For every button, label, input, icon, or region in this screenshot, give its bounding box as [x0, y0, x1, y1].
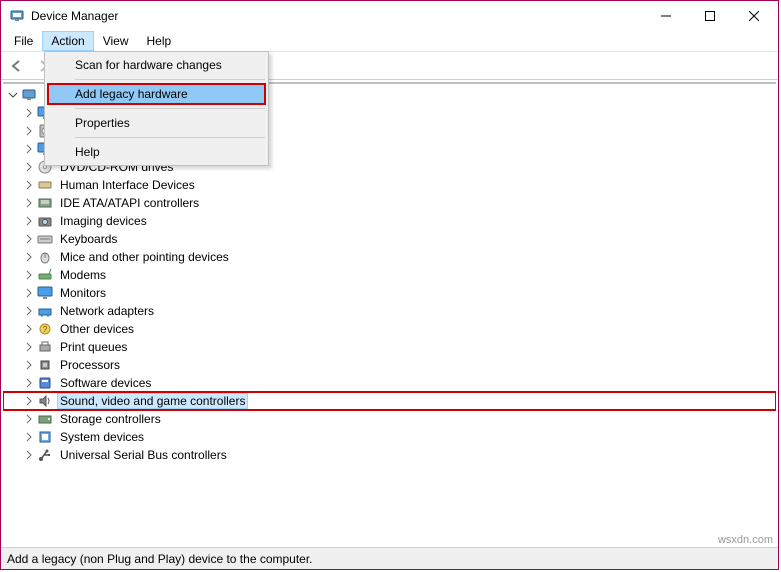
storage-icon [37, 411, 53, 427]
sound-icon [37, 393, 53, 409]
chevron-right-icon[interactable] [23, 179, 35, 191]
svg-text:?: ? [43, 325, 48, 334]
chevron-right-icon[interactable] [23, 305, 35, 317]
tree-item[interactable]: Keyboards [3, 230, 776, 248]
tree-item-label: Processors [57, 357, 123, 373]
camera-icon [37, 213, 53, 229]
tree-item[interactable]: Print queues [3, 338, 776, 356]
chevron-right-icon[interactable] [23, 323, 35, 335]
mouse-icon [37, 249, 53, 265]
menu-item[interactable]: Scan for hardware changes [47, 54, 266, 76]
chevron-down-icon[interactable] [7, 89, 19, 101]
cpu-icon [37, 357, 53, 373]
action-menu: Scan for hardware changes Add legacy hard… [44, 51, 269, 166]
menu-item[interactable]: Help [47, 141, 266, 163]
tree-item-label: System devices [57, 429, 147, 445]
chevron-right-icon[interactable] [23, 161, 35, 173]
tree-item[interactable]: System devices [3, 428, 776, 446]
tree-item-label: Storage controllers [57, 411, 164, 427]
menu-item[interactable]: Properties [47, 112, 266, 134]
chevron-right-icon[interactable] [23, 287, 35, 299]
tree-item-label: Software devices [57, 375, 154, 391]
modem-icon [37, 267, 53, 283]
tree-item[interactable]: Modems [3, 266, 776, 284]
tree-item-label: Print queues [57, 339, 130, 355]
chevron-right-icon[interactable] [23, 377, 35, 389]
menu-item[interactable]: Add legacy hardware [47, 83, 266, 105]
chevron-right-icon[interactable] [23, 395, 35, 407]
title-bar: Device Manager [1, 1, 778, 31]
keyboard-icon [37, 231, 53, 247]
menu-item-help[interactable]: Help [138, 31, 181, 51]
minimize-button[interactable] [644, 1, 688, 31]
chevron-right-icon[interactable] [23, 431, 35, 443]
tree-item-label: Network adapters [57, 303, 157, 319]
tree-item[interactable]: Network adapters [3, 302, 776, 320]
menu-separator [75, 137, 265, 138]
chevron-right-icon[interactable] [23, 215, 35, 227]
network-icon [37, 303, 53, 319]
chevron-right-icon[interactable] [23, 143, 35, 155]
menu-item-view[interactable]: View [94, 31, 138, 51]
tree-item[interactable]: Human Interface Devices [3, 176, 776, 194]
tree-item[interactable]: Software devices [3, 374, 776, 392]
maximize-button[interactable] [688, 1, 732, 31]
menu-bar: FileActionViewHelp [1, 31, 778, 52]
tree-item[interactable]: Mice and other pointing devices [3, 248, 776, 266]
tree-item-label: Other devices [57, 321, 137, 337]
watermark: wsxdn.com [718, 534, 773, 546]
close-button[interactable] [732, 1, 776, 31]
tree-item-label: Mice and other pointing devices [57, 249, 232, 265]
tree-item[interactable]: IDE ATA/ATAPI controllers [3, 194, 776, 212]
chevron-right-icon[interactable] [23, 269, 35, 281]
back-button[interactable] [5, 55, 27, 77]
tree-item-label: Sound, video and game controllers [57, 393, 248, 409]
chevron-right-icon[interactable] [23, 359, 35, 371]
chevron-right-icon[interactable] [23, 125, 35, 137]
chevron-right-icon[interactable] [23, 341, 35, 353]
tree-item[interactable]: Storage controllers [3, 410, 776, 428]
window-title: Device Manager [31, 9, 644, 23]
computer-icon [21, 87, 37, 103]
printer-icon [37, 339, 53, 355]
tree-item[interactable]: Imaging devices [3, 212, 776, 230]
software-icon [37, 375, 53, 391]
tree-item-label: Keyboards [57, 231, 120, 247]
other-icon: ? [37, 321, 53, 337]
tree-item[interactable]: ? Other devices [3, 320, 776, 338]
status-text: Add a legacy (non Plug and Play) device … [7, 552, 313, 566]
tree-item[interactable]: Processors [3, 356, 776, 374]
system-icon [37, 429, 53, 445]
chevron-right-icon[interactable] [23, 251, 35, 263]
usb-icon [37, 447, 53, 463]
tree-item-label: Monitors [57, 285, 109, 301]
hid-icon [37, 177, 53, 193]
tree-item-label: Human Interface Devices [57, 177, 198, 193]
tree-item[interactable]: Monitors [3, 284, 776, 302]
tree-item-label: Universal Serial Bus controllers [57, 447, 230, 463]
ide-icon [37, 195, 53, 211]
chevron-right-icon[interactable] [23, 449, 35, 461]
tree-item-label: IDE ATA/ATAPI controllers [57, 195, 202, 211]
menu-item-action[interactable]: Action [42, 31, 93, 51]
chevron-right-icon[interactable] [23, 233, 35, 245]
tree-item[interactable]: Sound, video and game controllers [3, 392, 776, 410]
menu-separator [75, 108, 265, 109]
app-icon [9, 8, 25, 24]
status-bar: Add a legacy (non Plug and Play) device … [1, 547, 778, 569]
chevron-right-icon[interactable] [23, 197, 35, 209]
tree-item[interactable]: Universal Serial Bus controllers [3, 446, 776, 464]
tree-item-label: Imaging devices [57, 213, 150, 229]
menu-separator [75, 79, 265, 80]
chevron-right-icon[interactable] [23, 107, 35, 119]
menu-item-file[interactable]: File [5, 31, 42, 51]
tree-item-label: Modems [57, 267, 109, 283]
monitor-icon [37, 285, 53, 301]
chevron-right-icon[interactable] [23, 413, 35, 425]
